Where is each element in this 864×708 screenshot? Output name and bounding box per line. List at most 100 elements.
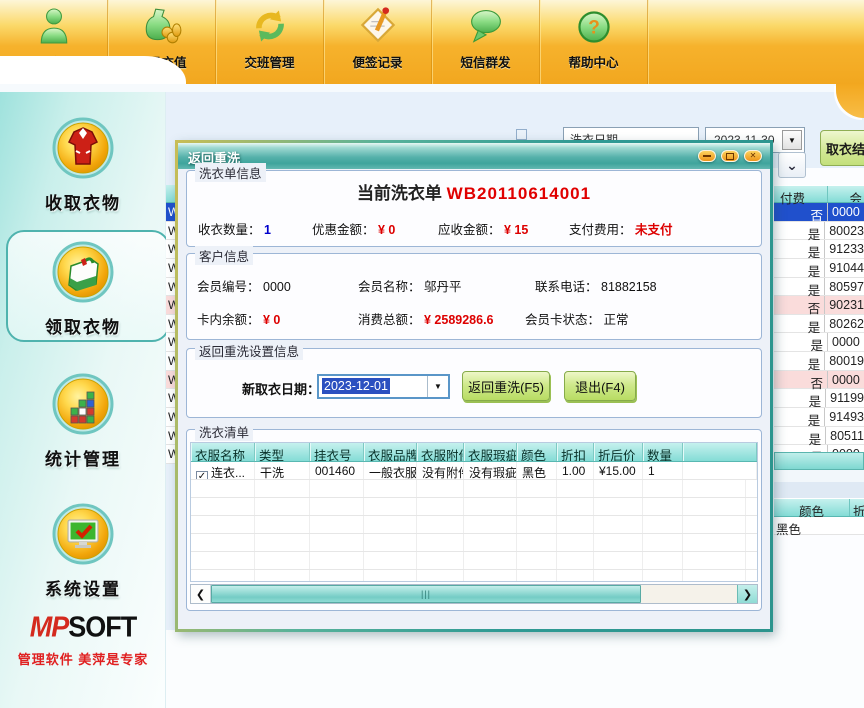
laundry-header-cell[interactable]: 衣服瑕疵 [464, 443, 517, 461]
empty-cell [643, 498, 683, 515]
order-number-sliver: W [166, 203, 175, 222]
order-row[interactable]: 是80262 [774, 315, 864, 334]
empty-cell [310, 534, 364, 551]
laundry-header-cell[interactable]: 数量 [643, 443, 683, 461]
empty-cell [517, 552, 557, 569]
laundry-header-cell[interactable]: 折后价 [594, 443, 643, 461]
order-member-cell: 90231 [825, 296, 864, 314]
order-row[interactable]: 否0000 [774, 203, 864, 222]
order-row[interactable]: 是80019 [774, 352, 864, 371]
order-row[interactable]: 是80023 [774, 222, 864, 241]
empty-cell [643, 552, 683, 569]
empty-cell [310, 552, 364, 569]
order-row[interactable]: 否90231 [774, 296, 864, 315]
toolbar-item-label: 便签记录 [352, 52, 402, 71]
toolbar-item-sms-broadcast[interactable]: 短信群发 [432, 0, 540, 84]
toolbar-item-memo-note[interactable]: 便签记录 [324, 0, 432, 84]
sidebar-item-pickup-clothes[interactable]: 领取衣物 [0, 240, 166, 338]
order-row[interactable]: 否0000 [774, 371, 864, 390]
laundry-header-cell[interactable]: 衣服名称 [191, 443, 255, 461]
exit-button[interactable]: 退出(F4) [564, 371, 636, 401]
toolbar-item-shift-manage[interactable]: 交班管理 [216, 0, 324, 84]
close-icon[interactable] [744, 150, 762, 162]
empty-cell [643, 534, 683, 551]
empty-cell [191, 480, 255, 497]
empty-cell [683, 498, 746, 515]
laundry-header-cell[interactable]: 衣服品牌 [364, 443, 417, 461]
pickup-settle-button[interactable]: 取衣结单 [820, 130, 864, 166]
sidebar-item-statistics[interactable]: 统计管理 [0, 372, 166, 470]
toolbar-curve-decoration [0, 56, 186, 84]
dropdown-arrow-icon[interactable]: ▼ [782, 130, 802, 150]
order-paid-cell: 是 [774, 408, 825, 426]
order-paid-cell: 是 [774, 427, 826, 445]
scroll-right-icon[interactable]: ❯ [737, 585, 757, 603]
empty-cell [255, 480, 310, 497]
field-total-spent: 消费总额： ¥ 2589286.6 [358, 309, 494, 328]
toolbar-item-label: 交班管理 [244, 52, 294, 71]
sidebar-item-system-settings[interactable]: 系统设置 [0, 502, 166, 600]
laundry-table-header: 衣服名称类型挂衣号衣服品牌衣服附件衣服瑕疵颜色折扣折后价数量 [191, 443, 757, 462]
field-member-name: 会员名称： 邬丹平 [358, 276, 462, 295]
order-row[interactable]: 是91199 [774, 389, 864, 408]
order-number-sliver: W [166, 408, 175, 427]
empty-cell [310, 498, 364, 515]
empty-cell [683, 516, 746, 533]
laundry-cell: 没有瑕疵 [464, 462, 517, 479]
order-member-cell: 0000 [828, 203, 864, 221]
current-order-label: 当前洗衣单 [357, 184, 442, 203]
empty-cell [310, 480, 364, 497]
order-row[interactable]: 是91044 [774, 259, 864, 278]
new-pickup-date-combobox[interactable]: 2023-12-01 ▼ [317, 374, 450, 399]
order-row[interactable]: 是80597 [774, 278, 864, 297]
detail-table-row[interactable]: 黑色 [774, 517, 864, 535]
order-member-cell: 91493 [825, 408, 864, 426]
order-row[interactable]: 是0000 [774, 333, 864, 352]
orders-scrollband[interactable] [774, 452, 864, 470]
laundry-header-cell[interactable]: 衣服附件 [417, 443, 464, 461]
order-row[interactable]: 是91493 [774, 408, 864, 427]
empty-cell [417, 498, 464, 515]
minimize-icon[interactable] [698, 150, 716, 162]
laundry-empty-row [191, 480, 757, 498]
dialog-titlebar[interactable]: 返回重洗 [178, 143, 770, 169]
filter-checkbox[interactable] [516, 129, 527, 140]
dropdown-arrow-icon[interactable]: ▼ [427, 376, 448, 397]
order-row[interactable]: 是91233 [774, 240, 864, 259]
empty-cell [517, 534, 557, 551]
sidebar-item-receive-clothes[interactable]: 收取衣物 [0, 116, 166, 214]
empty-cell [464, 534, 517, 551]
laundry-header-cell[interactable]: 类型 [255, 443, 310, 461]
laundry-header-cell[interactable]: 挂衣号 [310, 443, 364, 461]
laundry-header-cell[interactable]: 折扣 [557, 443, 594, 461]
order-number: WB20110614001 [447, 184, 591, 203]
window-buttons [698, 150, 762, 162]
empty-cell [594, 498, 643, 515]
order-row[interactable]: 是80511 [774, 427, 864, 446]
empty-cell [594, 480, 643, 497]
toolbar-item-label: 短信群发 [460, 52, 510, 71]
laundry-header-cell[interactable]: 颜色 [517, 443, 557, 461]
collapsed-combobox[interactable]: ⌄ [778, 152, 806, 178]
laundry-row[interactable]: ✓连衣...干洗001460一般衣服没有附件没有瑕疵黑色1.00¥15.001 [191, 462, 757, 480]
order-number-sliver: W [166, 445, 175, 464]
empty-cell [594, 516, 643, 533]
logo-soft: SOFT [68, 611, 136, 644]
empty-cell [683, 534, 746, 551]
sidebar-item-label: 领取衣物 [0, 313, 166, 338]
order-row[interactable]: 是0000 [774, 445, 864, 452]
laundry-empty-row [191, 534, 757, 552]
row-checkbox[interactable]: ✓ [196, 471, 208, 479]
maximize-icon[interactable] [721, 150, 739, 162]
empty-cell [464, 516, 517, 533]
order-number-sliver: W [166, 222, 175, 241]
order-number-sliver: W [166, 240, 175, 259]
field-member-id: 会员编号： 0000 [197, 276, 291, 295]
empty-cell [417, 516, 464, 533]
scrollbar-thumb[interactable]: ||| [211, 585, 641, 603]
horizontal-scrollbar[interactable]: ❮ ||| ❯ [190, 584, 758, 604]
laundry-cell: 1 [643, 462, 683, 479]
toolbar-item-help-center[interactable]: ? 帮助中心 [540, 0, 648, 84]
scroll-left-icon[interactable]: ❮ [191, 585, 211, 603]
rewash-button[interactable]: 返回重洗(F5) [462, 371, 550, 401]
